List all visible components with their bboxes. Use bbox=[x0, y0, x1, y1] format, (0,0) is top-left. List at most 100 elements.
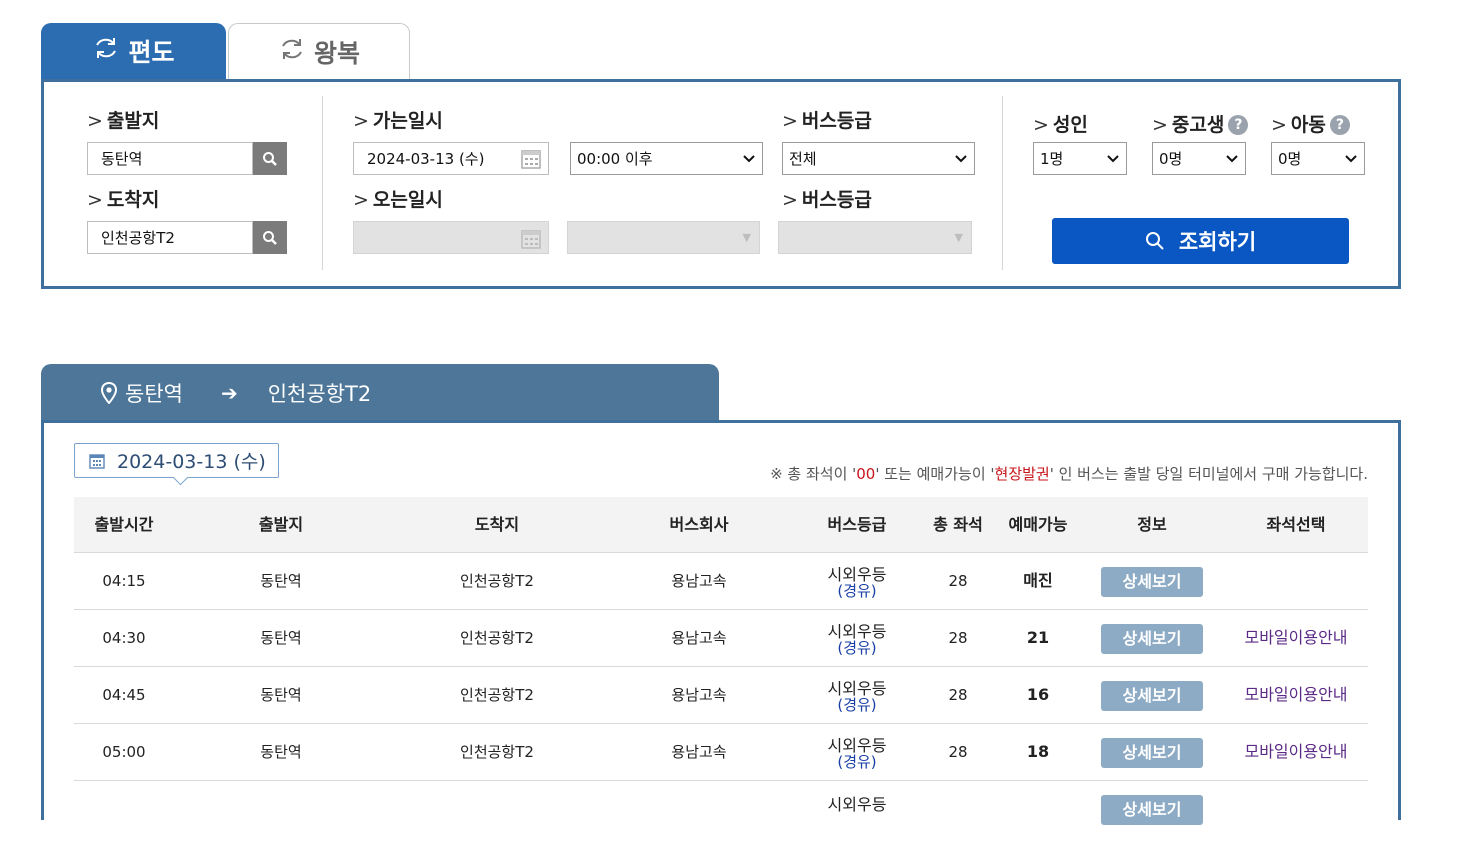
arrival-field[interactable]: 인천공항T2 bbox=[87, 221, 253, 254]
go-date-field[interactable]: 2024-03-13 (수) bbox=[353, 142, 549, 175]
return-bus-grade-label: > 버스등급 bbox=[782, 189, 872, 211]
departure-search-button[interactable] bbox=[253, 142, 287, 175]
bus-grade: 시외우등 bbox=[827, 795, 887, 814]
search-icon bbox=[1145, 232, 1164, 250]
table-header: 출발시간 출발지 도착지 버스회사 버스등급 총 좌석 예매가능 정보 좌석선택 bbox=[74, 497, 1368, 553]
total-seats: 28 bbox=[948, 572, 968, 590]
depart-terminal: 동탄역 bbox=[260, 743, 302, 761]
arrow-right-icon: ➔ bbox=[220, 381, 238, 405]
depart-time: 04:45 bbox=[102, 686, 146, 704]
table-row: 05:00 동탄역 인천공항T2 용남고속 시외우등 (경유) 28 18 상세보… bbox=[74, 724, 1368, 781]
arrive-terminal: 인천공항T2 bbox=[460, 629, 534, 647]
bus-company: 용남고속 bbox=[671, 743, 727, 761]
depart-terminal: 동탄역 bbox=[260, 686, 302, 704]
chevron-down-icon bbox=[1100, 154, 1126, 163]
caret-down-icon: ▼ bbox=[742, 231, 751, 244]
caret-down-icon: ▼ bbox=[954, 231, 963, 244]
search-icon bbox=[263, 151, 277, 166]
route-from: 동탄역 bbox=[125, 382, 183, 406]
tab-one-way-label: 편도 bbox=[128, 38, 175, 67]
total-seats: 28 bbox=[948, 629, 968, 647]
bus-company: 용남고속 bbox=[671, 686, 727, 704]
available-seats: 21 bbox=[1026, 628, 1050, 647]
search-icon bbox=[263, 230, 277, 245]
total-seats: 28 bbox=[948, 686, 968, 704]
total-seats: 28 bbox=[948, 743, 968, 761]
refresh-icon bbox=[92, 34, 120, 68]
go-date-label: > 가는일시 bbox=[353, 110, 443, 132]
column-header: 출발시간 bbox=[94, 515, 154, 534]
bus-grade: 시외우등 (경유) bbox=[827, 622, 887, 657]
divider bbox=[1002, 96, 1003, 270]
arrive-terminal: 인천공항T2 bbox=[460, 572, 534, 590]
return-date-field bbox=[353, 221, 549, 254]
seat-select-link[interactable]: 모바일이용안내 bbox=[1224, 724, 1368, 780]
arrival-search-button[interactable] bbox=[253, 221, 287, 254]
available-seats: 18 bbox=[1026, 742, 1050, 761]
departure-label: > 출발지 bbox=[87, 110, 160, 132]
column-header: 버스회사 bbox=[669, 515, 729, 534]
location-pin-icon bbox=[101, 382, 117, 404]
adult-label: > 성인 bbox=[1033, 114, 1088, 136]
bus-grade: 시외우등 (경유) bbox=[827, 565, 887, 600]
child-count-select[interactable]: 0명 bbox=[1271, 142, 1365, 175]
depart-terminal: 동탄역 bbox=[260, 629, 302, 647]
depart-time: 05:00 bbox=[102, 743, 146, 761]
calendar-icon bbox=[89, 453, 105, 469]
chevron-down-icon bbox=[1219, 154, 1245, 163]
column-header: 예매가능 bbox=[1008, 515, 1068, 534]
bus-grade-select[interactable]: 전체 bbox=[782, 142, 975, 175]
departure-field[interactable]: 동탄역 bbox=[87, 142, 253, 175]
purchase-notice: ※ 총 좌석이 '00' 또는 예매가능이 '현장발권' 인 버스는 출발 당일… bbox=[770, 465, 1368, 483]
route-to: 인천공항T2 bbox=[267, 382, 372, 406]
detail-button[interactable]: 상세보기 bbox=[1101, 624, 1203, 654]
tab-one-way[interactable]: 편도 bbox=[41, 23, 226, 79]
depart-terminal: 동탄역 bbox=[260, 572, 302, 590]
inquiry-button[interactable]: 조회하기 bbox=[1052, 218, 1349, 264]
table-row: 시외우등 상세보기 bbox=[74, 781, 1368, 838]
table-row: 04:30 동탄역 인천공항T2 용남고속 시외우등 (경유) 28 21 상세보… bbox=[74, 610, 1368, 667]
result-date-chip: 2024-03-13 (수) bbox=[74, 443, 279, 486]
available-seats: 매진 bbox=[1023, 571, 1053, 590]
seat-select-link[interactable]: 모바일이용안내 bbox=[1224, 667, 1368, 723]
help-icon[interactable]: ? bbox=[1329, 115, 1350, 135]
bus-grade: 시외우등 (경유) bbox=[827, 736, 887, 771]
student-count-select[interactable]: 0명 bbox=[1152, 142, 1246, 175]
bus-company: 용남고속 bbox=[671, 572, 727, 590]
divider bbox=[322, 96, 323, 270]
column-header: 좌석선택 bbox=[1266, 515, 1326, 534]
detail-button[interactable]: 상세보기 bbox=[1101, 738, 1203, 768]
column-header: 정보 bbox=[1137, 515, 1167, 534]
depart-time: 04:30 bbox=[102, 629, 146, 647]
arrive-terminal: 인천공항T2 bbox=[460, 743, 534, 761]
tab-round-trip[interactable]: 왕복 bbox=[228, 23, 410, 79]
bus-company: 용남고속 bbox=[671, 629, 727, 647]
student-label: > 중고생? bbox=[1152, 110, 1249, 137]
chevron-down-icon bbox=[736, 154, 762, 163]
table-row: 04:45 동탄역 인천공항T2 용남고속 시외우등 (경유) 28 16 상세보… bbox=[74, 667, 1368, 724]
chevron-down-icon bbox=[1338, 154, 1364, 163]
detail-button[interactable]: 상세보기 bbox=[1101, 681, 1203, 711]
adult-count-select[interactable]: 1명 bbox=[1033, 142, 1127, 175]
column-header: 총 좌석 bbox=[933, 515, 983, 534]
arrival-label: > 도착지 bbox=[87, 189, 160, 211]
child-label: > 아동? bbox=[1271, 110, 1350, 137]
return-time-select: ▼ bbox=[567, 221, 760, 254]
tab-round-trip-label: 왕복 bbox=[313, 38, 360, 68]
help-icon[interactable]: ? bbox=[1228, 115, 1249, 135]
seat-select-link[interactable]: 모바일이용안내 bbox=[1224, 610, 1368, 666]
go-time-select[interactable]: 00:00 이후 bbox=[570, 142, 763, 175]
calendar-icon[interactable] bbox=[520, 148, 542, 170]
seat-select-link[interactable] bbox=[1224, 553, 1368, 609]
bus-grade-label: > 버스등급 bbox=[782, 110, 872, 132]
return-bus-grade-select: ▼ bbox=[778, 221, 972, 254]
calendar-icon bbox=[521, 230, 541, 249]
column-header: 버스등급 bbox=[827, 515, 887, 534]
refresh-icon bbox=[278, 35, 306, 69]
return-date-label: > 오는일시 bbox=[353, 189, 443, 211]
table-row: 04:15 동탄역 인천공항T2 용남고속 시외우등 (경유) 28 매진 상세보… bbox=[74, 553, 1368, 610]
available-seats: 16 bbox=[1026, 685, 1050, 704]
bus-grade: 시외우등 (경유) bbox=[827, 679, 887, 714]
detail-button[interactable]: 상세보기 bbox=[1101, 567, 1203, 597]
route-header: 동탄역 ➔ 인천공항T2 bbox=[41, 364, 719, 422]
